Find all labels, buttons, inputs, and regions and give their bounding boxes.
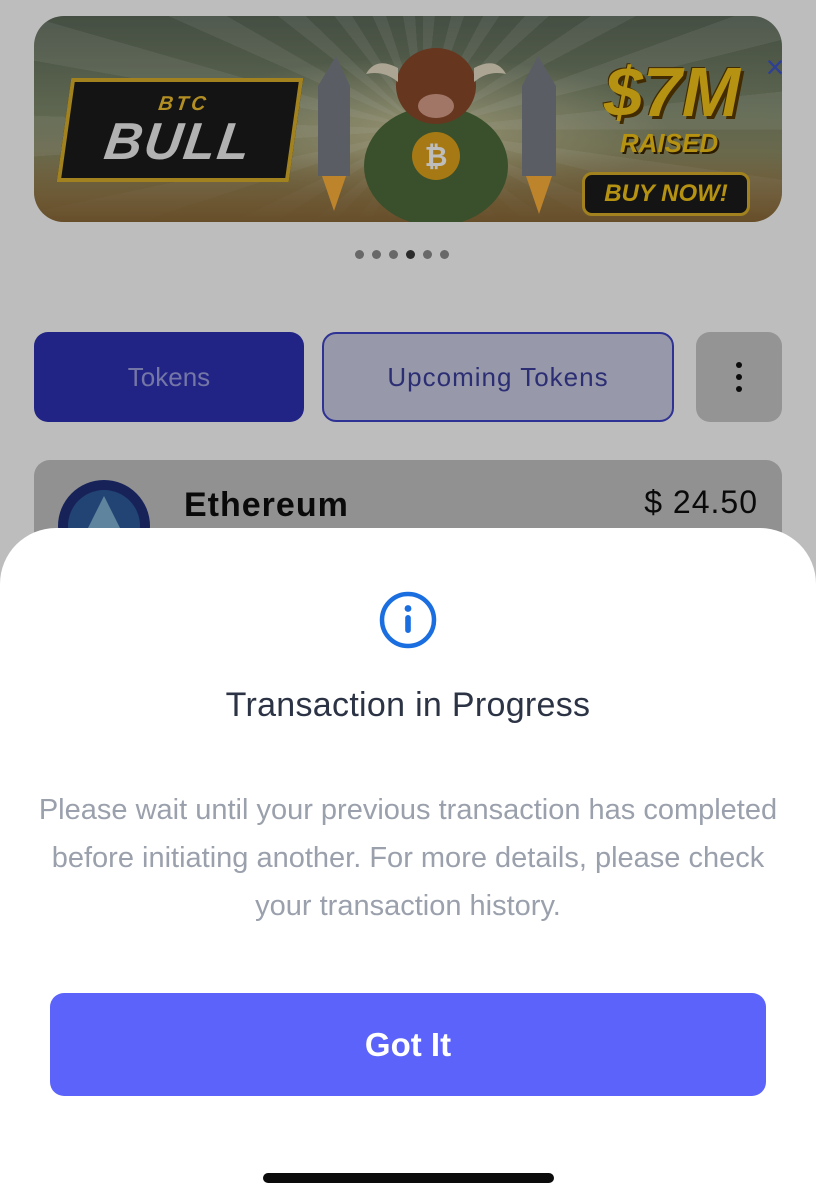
sheet-title: Transaction in Progress bbox=[225, 686, 591, 724]
info-icon bbox=[379, 591, 437, 649]
transaction-bottom-sheet: Transaction in Progress Please wait unti… bbox=[0, 528, 816, 1200]
home-indicator[interactable] bbox=[263, 1173, 554, 1183]
got-it-button[interactable]: Got It bbox=[50, 993, 766, 1096]
sheet-message: Please wait until your previous transact… bbox=[38, 794, 778, 922]
